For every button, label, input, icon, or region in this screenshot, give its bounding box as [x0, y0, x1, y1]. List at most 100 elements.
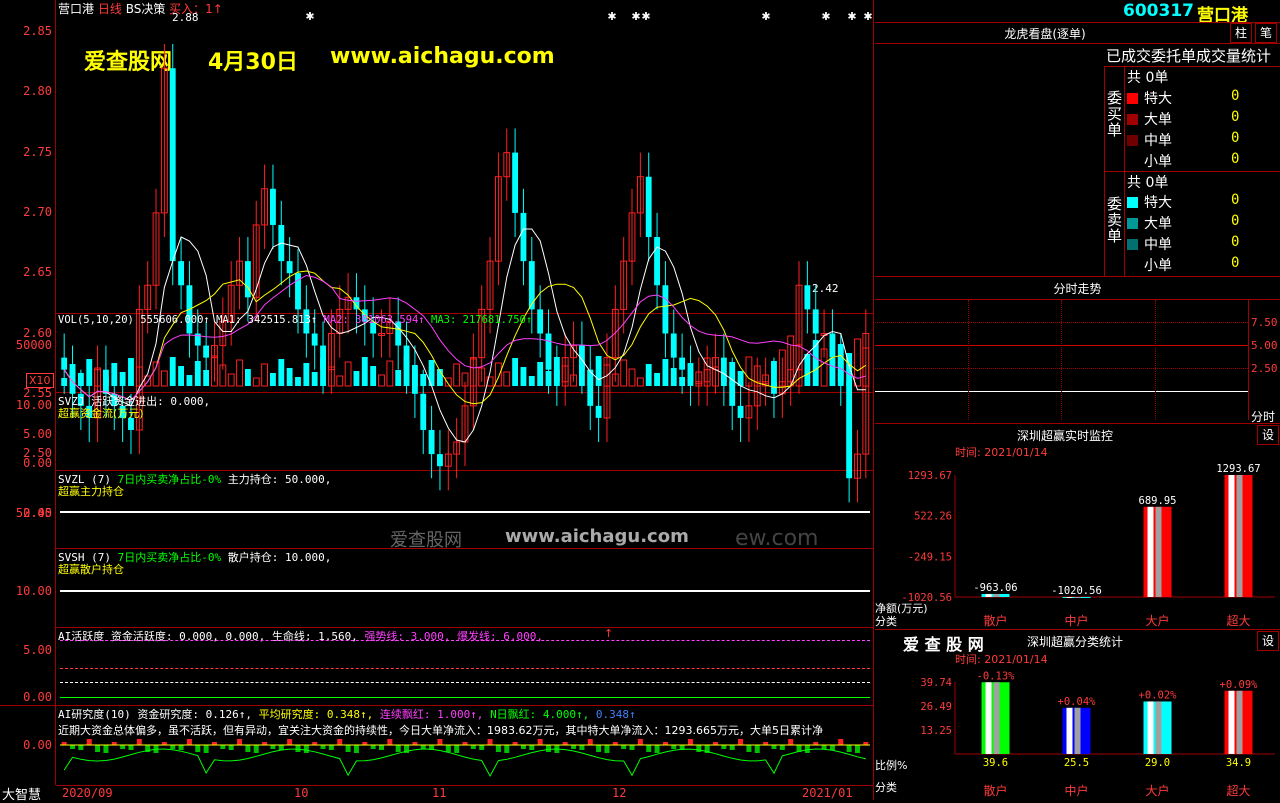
mid-watermark-site: 爱查股网: [390, 530, 462, 551]
category-title: 深圳超赢分类统计: [1026, 635, 1123, 649]
buy-row-label: 大单: [1144, 112, 1172, 128]
mid-watermark-url: www.aichagu.com: [505, 526, 689, 547]
monitor-settings-button[interactable]: 设: [1257, 425, 1279, 445]
ai2-note: 近期大资金总体偏多，虽不活跃，但有异动，宜关注大资金的持续性，今日大单净流入：1…: [58, 724, 823, 737]
legend-swatch: [1127, 135, 1138, 146]
y-tick-label: 39.74: [920, 677, 952, 689]
y-tick-label: -249.15: [908, 551, 952, 563]
ai1-arrow: ↑: [604, 627, 614, 640]
bar-1: [1062, 597, 1091, 598]
svg-text:✱: ✱: [863, 10, 872, 23]
bar-change-label: +0.02%: [1139, 689, 1178, 701]
buy-row-label: 中单: [1144, 133, 1172, 149]
legend-swatch: [1127, 239, 1138, 250]
vol-ma3: MA3: 217681.750↑: [431, 314, 533, 326]
bar-value-label: 25.5: [1064, 757, 1089, 769]
sell-row-1: 大单 0: [1127, 213, 1277, 233]
ai2-n-red: N日飘红: 4.000↑,: [490, 708, 590, 721]
right-panel: 600317 营口港 龙虎看盘(逐单) 柱 笔 已成交委托单成交量统计 委买单 …: [875, 0, 1280, 800]
sell-row-label: 特大: [1144, 195, 1172, 211]
category-label: 大户: [1145, 613, 1169, 628]
intraday-chart[interactable]: [875, 300, 1249, 420]
bar-value-label: 29.0: [1145, 757, 1170, 769]
ai2-avg: 平均研究度: 0.348↑,: [258, 708, 374, 721]
ai1-axis-0: 5.00: [23, 643, 52, 657]
ai1-axis-1: 0.00: [23, 690, 52, 704]
x-label-1: 10: [294, 786, 309, 800]
vol-axis-label: 50000: [15, 338, 52, 352]
category-chart: 39.74 26.49 13.25 39.6 -0.13% 散户 25.5 +0.04% 中户 2…: [920, 670, 1275, 798]
sell-row-value: 0: [1231, 255, 1240, 271]
bar-value-label: -1020.56: [1051, 585, 1102, 597]
ai1-header: AI活跃度 资金活跃度: 0.000, 0.000, 生命线: 1.560, 强…: [58, 628, 543, 644]
bar-mode-button[interactable]: 柱: [1230, 23, 1252, 43]
buy-row-value: 0: [1231, 88, 1240, 104]
bar-change-label: +0.09%: [1220, 679, 1259, 691]
monitor-chart: 1293.67 522.26 -249.15 -1020.56 -963.06 散户 -10…: [901, 463, 1275, 628]
corner-label: 大智慧: [2, 788, 42, 803]
vol-ma1: MA1: 342515.813↑: [216, 314, 318, 326]
svg-text:✱: ✱: [641, 10, 650, 23]
bar-value-label: -963.06: [973, 582, 1017, 594]
bar-value-label: 1293.67: [1216, 463, 1260, 475]
ai1-life-line: [60, 682, 870, 683]
svsh-line: [60, 590, 870, 592]
x-label-3: 12: [612, 786, 627, 800]
buy-row-value: 0: [1231, 151, 1240, 167]
svsh-label-3: 散户持仓: 10.000,: [227, 551, 332, 564]
sell-row-3: 小单 0: [1127, 255, 1277, 275]
svzj-axis-0: 10.00: [15, 398, 52, 412]
svg-text:✱: ✱: [847, 10, 856, 23]
category-label: 大户: [1145, 783, 1169, 798]
intraday-axis-1: 5.00: [1251, 339, 1278, 352]
buy-row-0: 特大 0: [1127, 88, 1277, 108]
y-tick-label: 1293.67: [908, 470, 952, 482]
buy-row-2: 中单 0: [1127, 130, 1277, 150]
y-tick-label: 522.26: [914, 511, 952, 523]
intraday-title: 分时走势: [1053, 282, 1102, 296]
svg-text:✱: ✱: [761, 10, 770, 23]
bar-0: [981, 593, 1010, 597]
tick-mode-button[interactable]: 笔: [1255, 23, 1277, 43]
y-tick-label: 13.25: [920, 725, 952, 737]
main-chart-area[interactable]: 营口港 日线 BS决策 买入：1↑ 2.88 2.42 爱查股网 4月30日 w…: [0, 0, 874, 803]
quote-title: 600317 营口港: [875, 0, 1280, 26]
svzj-axis-1: 5.00: [23, 427, 52, 441]
stock-code: 600317: [1123, 1, 1194, 21]
ai1-strong: 强势线: 3.000,: [364, 630, 451, 643]
category-label: 中户: [1064, 613, 1088, 628]
vol-value: 555606.000↑: [140, 314, 210, 326]
svzl-sub: 超赢主力持仓: [58, 485, 124, 498]
bar-3: [1224, 475, 1253, 597]
ai2-axis: 0.00: [23, 738, 52, 752]
ai2-header: AI研究度(10) 资金研究度: 0.126↑, 平均研究度: 0.348↑, …: [58, 706, 636, 722]
bar-2: [1143, 506, 1172, 597]
category-settings-button[interactable]: 设: [1257, 631, 1279, 651]
bar-change-label: -0.13%: [977, 670, 1016, 682]
svzj-sub: 超赢资金流(万元): [58, 407, 144, 420]
category-label: 散户: [983, 783, 1007, 798]
buy-row-1: 大单 0: [1127, 109, 1277, 129]
vol-header: VOL(5,10,20) 555606.000↑ MA1: 342515.813…: [58, 314, 532, 326]
legend-swatch: [1127, 260, 1138, 271]
svsh-sub: 超赢散户持仓: [58, 563, 124, 576]
category-label: 超大: [1226, 783, 1250, 798]
ai1-burst: 爆发线: 6.000,: [457, 630, 544, 643]
legend-swatch: [1127, 93, 1138, 104]
y-tick-label: 26.49: [920, 701, 952, 713]
intraday-axis-2: 2.50: [1251, 362, 1278, 375]
stats-title: 已成交委托单成交量统计: [1106, 47, 1272, 65]
ai1-burst-line: [60, 640, 870, 641]
sell-row-value: 0: [1231, 213, 1240, 229]
mid-watermark-faded: ew.com: [735, 526, 819, 551]
buy-row-label: 小单: [1144, 154, 1172, 170]
buy-row-value: 0: [1231, 130, 1240, 146]
x-label-4: 2021/01: [802, 786, 853, 800]
sell-row-2: 中单 0: [1127, 234, 1277, 254]
svsh-label-2: 7日内买卖净占比-0%: [117, 551, 222, 564]
legend-swatch: [1127, 156, 1138, 167]
buy-side-label: 委买单: [1107, 89, 1123, 139]
sell-row-label: 小单: [1144, 258, 1172, 274]
buy-total: 共 0单: [1127, 67, 1168, 87]
x-label-0: 2020/09: [62, 786, 113, 800]
